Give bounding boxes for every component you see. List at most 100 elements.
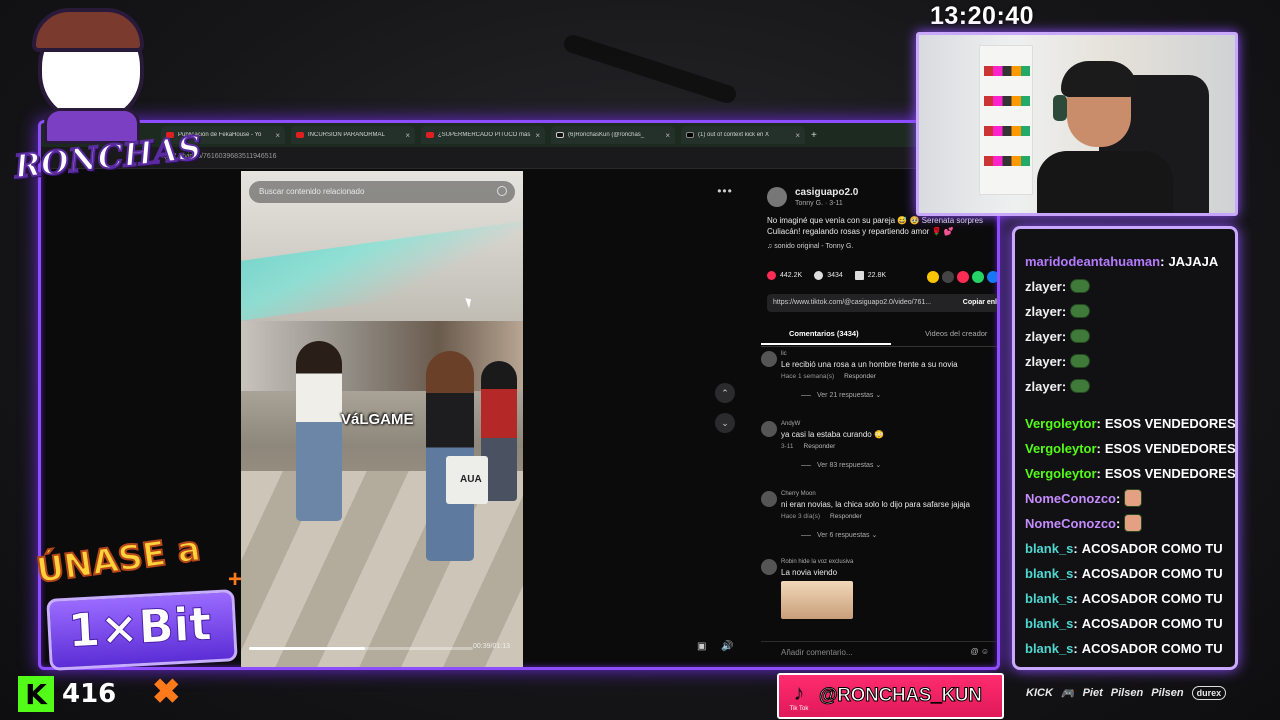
view-replies-button[interactable]: Ver 83 respuestas ⌄ [801, 461, 881, 469]
chat-username[interactable]: zlayer [1025, 379, 1062, 394]
chat-username[interactable]: zlayer [1025, 354, 1062, 369]
chat-message: Vergoleytor: ESOS VENDEDORES N [1025, 463, 1238, 483]
more-options-icon[interactable]: ••• [715, 181, 735, 201]
frog-emote-icon [1070, 354, 1091, 368]
share-link-box[interactable]: https://www.tiktok.com/@casiguapo2.0/vid… [767, 294, 997, 312]
chat-username[interactable]: zlayer [1025, 329, 1062, 344]
post-sound[interactable]: ♫ sonido original - Tonny G. [767, 243, 853, 250]
share-row [927, 271, 997, 283]
reply-button[interactable]: Responder [804, 443, 836, 450]
facebook-icon[interactable] [987, 271, 997, 283]
bookmark-icon [854, 271, 864, 280]
chat-panel: maridodeantahuaman: JAJAJA zlayer: zlayer: z… [1012, 226, 1238, 670]
chat-username[interactable]: NomeConozco [1025, 491, 1116, 506]
comment-meta: Hace 3 día(s) Responder [781, 513, 862, 520]
tab-creator-videos[interactable]: Videos del creador [925, 329, 987, 338]
embed-icon[interactable] [942, 271, 954, 283]
chat-username[interactable]: blank_s [1025, 616, 1073, 631]
promo-brand: 1×Bit [66, 596, 213, 658]
share-friends-icon[interactable] [927, 271, 939, 283]
tab-comments[interactable]: Comentarios (3434) [761, 329, 891, 345]
author-subtitle: Tonny G. · 3-11 [795, 200, 843, 207]
send-icon[interactable] [957, 271, 969, 283]
copy-link-button[interactable]: Copiar enl [956, 294, 997, 312]
commenter-avatar[interactable] [761, 491, 777, 507]
related-search-input[interactable]: Buscar contenido relacionado [249, 181, 515, 203]
comment-stat[interactable]: 3434 [814, 271, 843, 280]
sponsor-logo: durex [1191, 686, 1227, 700]
tiktok-video-player[interactable]: AUA Buscar contenido relacionado VáLGAME… [241, 171, 523, 667]
chat-separator: : [1061, 328, 1067, 344]
chat-username[interactable]: Vergoleytor [1025, 416, 1097, 431]
browser-tab-title: ¿SUPERMERCADO PITUCO más [438, 132, 531, 138]
x-favicon-icon [686, 132, 694, 138]
commenter-name[interactable]: lic [781, 351, 787, 357]
bookshelf [979, 45, 1033, 195]
chat-separator: : [1116, 515, 1121, 531]
reply-button[interactable]: Responder [844, 373, 876, 380]
comment-tabs: Comentarios (3434) Videos del creador [761, 325, 997, 347]
like-stat[interactable]: 442.2K [767, 271, 802, 280]
comment-image-thumbnail[interactable] [781, 581, 853, 619]
close-tab-icon[interactable]: × [405, 131, 410, 140]
whatsapp-icon[interactable] [972, 271, 984, 283]
close-tab-icon[interactable]: × [795, 131, 800, 140]
commenter-avatar[interactable] [761, 559, 777, 575]
chat-message: zlayer: [1025, 276, 1091, 296]
commenter-avatar[interactable] [761, 351, 777, 367]
chat-separator: : [1096, 415, 1101, 431]
view-replies-button[interactable]: Ver 21 respuestas ⌄ [801, 391, 881, 399]
chat-username[interactable]: blank_s [1025, 591, 1073, 606]
author-avatar[interactable] [767, 187, 787, 207]
post-description: No imaginé que venía con su pareja 😅 🥹 S… [767, 216, 984, 236]
volume-icon[interactable]: 🔊 [721, 641, 733, 652]
chat-message: Vergoleytor: ESOS VENDEDORES N [1025, 438, 1238, 458]
streamer-beanie [1061, 61, 1137, 97]
chat-message: NomeConozco: [1025, 513, 1143, 533]
mention-icon[interactable]: @ ☺ [970, 647, 989, 656]
new-tab-button[interactable]: + [811, 126, 825, 144]
chat-username[interactable]: blank_s [1025, 541, 1073, 556]
post-stats: 442.2K 3434 22.8K [767, 271, 886, 280]
close-tab-icon[interactable]: × [535, 131, 540, 140]
chat-separator: : [1096, 440, 1101, 456]
chat-username[interactable]: blank_s [1025, 641, 1073, 656]
browser-tab[interactable]: (1) out of context kick en X × [681, 126, 805, 144]
chat-message: blank_s: ACOSADOR COMO TU [1025, 638, 1223, 658]
browser-tab[interactable]: (6)RonchasKun (@ronchas_ × [551, 126, 675, 144]
streamer [1029, 55, 1179, 213]
author-name[interactable]: casiguapo2.0 [795, 187, 858, 198]
microphone-arm [561, 32, 739, 106]
pip-icon[interactable]: ▣ [697, 641, 706, 652]
commenter-name[interactable]: Cherry Moon [781, 491, 816, 497]
next-video-button[interactable]: ⌄ [715, 413, 735, 433]
browser-tab[interactable]: INCURSIÓN PARANORMAL × [291, 126, 415, 144]
view-replies-button[interactable]: Ver 6 respuestas ⌄ [801, 531, 877, 539]
save-stat[interactable]: 22.8K [854, 271, 886, 280]
comment-input[interactable]: Añadir comentario... @ ☺ [761, 641, 997, 663]
chat-separator: : [1061, 303, 1067, 319]
comment-time: Hace 3 día(s) [781, 513, 821, 520]
chat-username[interactable]: Vergoleytor [1025, 466, 1097, 481]
commenter-avatar[interactable] [761, 421, 777, 437]
chat-separator: : [1061, 353, 1067, 369]
chat-username[interactable]: zlayer [1025, 279, 1062, 294]
chat-username[interactable]: zlayer [1025, 304, 1062, 319]
chat-separator: : [1061, 378, 1067, 394]
chat-username[interactable]: NomeConozco [1025, 516, 1116, 531]
chat-username[interactable]: maridodeantahuaman [1025, 254, 1160, 269]
commenter-name[interactable]: Robin hide la voz exclusiva [781, 559, 853, 565]
close-tab-icon[interactable]: × [275, 131, 280, 140]
commenter-name[interactable]: AndyW [781, 421, 800, 427]
previous-video-button[interactable]: ⌃ [715, 383, 735, 403]
reply-button[interactable]: Responder [830, 513, 862, 520]
video-progress-bar[interactable] [249, 647, 473, 650]
chat-message-text: JAJAJA [1168, 253, 1219, 269]
chat-username[interactable]: blank_s [1025, 566, 1073, 581]
chat-message-text: ESOS VENDEDORES N [1104, 440, 1238, 456]
chat-message-text: ESOS VENDEDORES N [1104, 465, 1238, 481]
browser-tab[interactable]: ¿SUPERMERCADO PITUCO más × [421, 126, 545, 144]
search-icon[interactable] [497, 186, 507, 196]
chat-username[interactable]: Vergoleytor [1025, 441, 1097, 456]
close-tab-icon[interactable]: × [665, 131, 670, 140]
